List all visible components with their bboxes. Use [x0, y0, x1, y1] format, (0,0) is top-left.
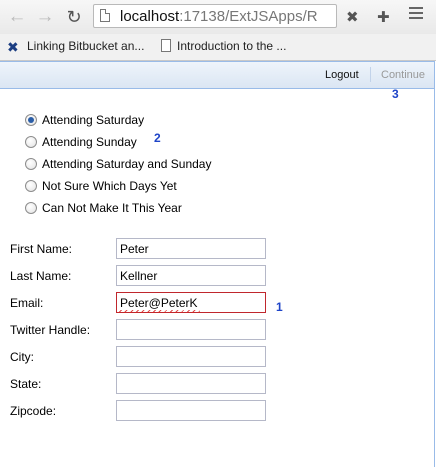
- radio-label: Attending Saturday: [42, 113, 145, 127]
- radio-button[interactable]: [25, 158, 37, 170]
- bookmark-item[interactable]: ✖ Linking Bitbucket an...: [7, 39, 144, 54]
- zipcode-label: Zipcode:: [10, 404, 57, 418]
- bookmark-label: Introduction to the ...: [177, 39, 287, 53]
- document-icon: [161, 39, 171, 52]
- reload-icon[interactable]: ↻: [63, 6, 85, 28]
- url-path: :17138/ExtJSApps/R: [179, 8, 318, 25]
- panel-border: [434, 87, 435, 467]
- url-host: localhost: [120, 8, 180, 25]
- state-label: State:: [10, 377, 42, 391]
- radio-label: Not Sure Which Days Yet: [42, 179, 177, 193]
- state-field[interactable]: [116, 373, 266, 394]
- radio-button[interactable]: [25, 136, 37, 148]
- bookmarks-bar: ✖ Linking Bitbucket an... Introduction to…: [0, 34, 436, 61]
- spellcheck-underline: [118, 310, 200, 313]
- radio-label: Attending Saturday and Sunday: [42, 157, 212, 171]
- continue-button[interactable]: Continue: [381, 69, 425, 81]
- twitter-handle-field[interactable]: [116, 319, 266, 340]
- email-label: Email:: [10, 296, 44, 310]
- bitbucket-icon: ✖: [7, 39, 19, 55]
- twitter-handle-label: Twitter Handle:: [10, 323, 91, 337]
- first-name-label: First Name:: [10, 242, 73, 256]
- bookmark-item[interactable]: Introduction to the ...: [161, 39, 286, 53]
- annotation-marker-2: 2: [154, 131, 161, 145]
- first-name-field[interactable]: [116, 238, 266, 259]
- city-field[interactable]: [116, 346, 266, 367]
- address-bar[interactable]: localhost:17138/ExtJSApps/R: [93, 4, 337, 28]
- radio-button[interactable]: [25, 180, 37, 192]
- url-text: localhost:17138/ExtJSApps/R: [120, 8, 318, 25]
- logout-button[interactable]: Logout: [325, 69, 359, 81]
- menu-icon[interactable]: [409, 7, 423, 22]
- browser-toolbar: ← → ↻ localhost:17138/ExtJSApps/R ✖ ✚: [0, 0, 436, 34]
- annotation-marker-3: 3: [392, 87, 399, 101]
- radio-label: Can Not Make It This Year: [42, 201, 182, 215]
- back-icon[interactable]: ←: [6, 6, 28, 28]
- zipcode-field[interactable]: [116, 400, 266, 421]
- bookmark-label: Linking Bitbucket an...: [27, 39, 145, 53]
- extension-icon[interactable]: ✚: [377, 8, 390, 26]
- separator: [370, 67, 371, 82]
- forward-icon[interactable]: →: [34, 6, 56, 28]
- page-icon: [100, 9, 110, 22]
- radio-label: Attending Sunday: [42, 135, 137, 149]
- extension-icon[interactable]: ✖: [346, 8, 359, 26]
- last-name-label: Last Name:: [10, 269, 72, 283]
- city-label: City:: [10, 350, 34, 364]
- annotation-marker-1: 1: [276, 300, 283, 314]
- last-name-field[interactable]: [116, 265, 266, 286]
- radio-button[interactable]: [25, 114, 37, 126]
- app-header: Logout Continue: [0, 61, 435, 89]
- radio-button[interactable]: [25, 202, 37, 214]
